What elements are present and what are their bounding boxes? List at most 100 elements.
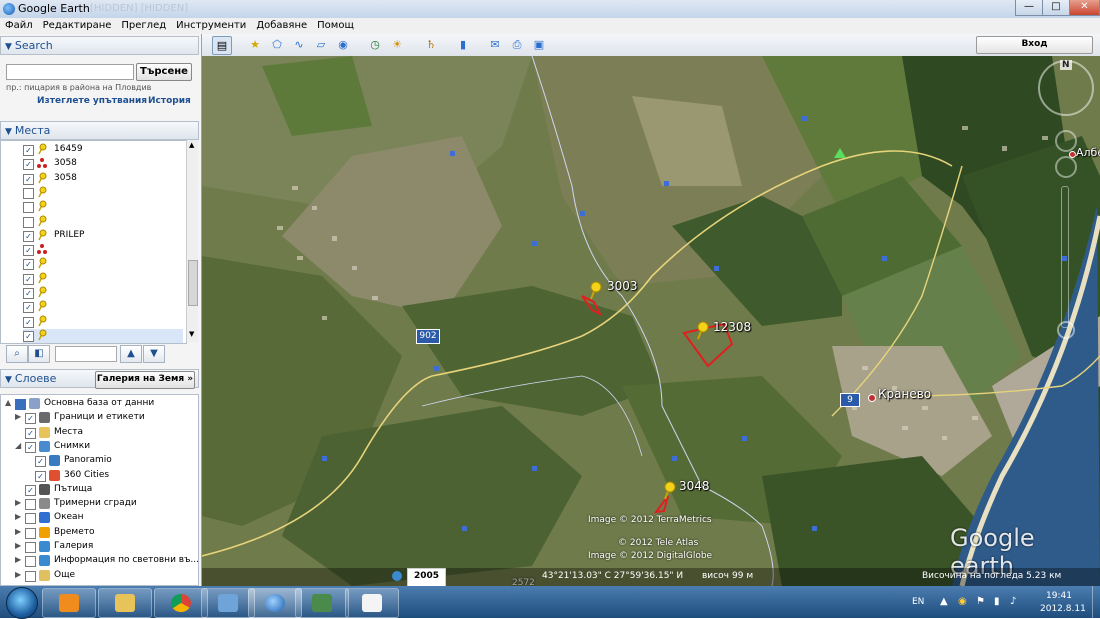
expand-arrow-icon[interactable]: ▶	[15, 570, 21, 579]
clock-time[interactable]: 19:41	[1046, 591, 1072, 601]
login-button[interactable]: Вход	[976, 36, 1093, 54]
tray-expand-icon[interactable]: ▲	[940, 596, 948, 607]
layer-item[interactable]: ✓ Panoramio	[25, 454, 205, 468]
place-item[interactable]: ✓ PRILEP	[23, 229, 183, 243]
expand-arrow-icon[interactable]: ◢	[15, 441, 21, 450]
search-icon[interactable]: ⌕	[6, 345, 28, 363]
expand-arrow-icon[interactable]: ▲	[5, 398, 11, 407]
taskbar-window[interactable]	[201, 588, 255, 618]
layer-item[interactable]: ▶ ✓ Граници и етикети	[15, 411, 195, 425]
planets-icon[interactable]: ♄	[422, 36, 440, 53]
minimize-button[interactable]: —	[1015, 0, 1043, 16]
layer-item[interactable]: ▲ Основна база от данни	[5, 397, 185, 411]
show-desktop-button[interactable]	[1092, 586, 1100, 618]
expand-arrow-icon[interactable]: ▶	[15, 512, 21, 521]
menu-help[interactable]: Помощ	[312, 19, 359, 32]
add-overlay-icon[interactable]: ▱	[312, 36, 330, 53]
layer-item[interactable]: ▶ Тримерни сгради	[15, 497, 195, 511]
place-item[interactable]: ✓	[23, 300, 183, 314]
close-button[interactable]: ✕	[1069, 0, 1100, 16]
search-panel-header[interactable]: ▼ Search	[0, 36, 199, 55]
map-view[interactable]: 3003 12308 3048 902 9 Кранево Албе N Ima…	[202, 56, 1100, 586]
email-icon[interactable]: ✉	[486, 36, 504, 53]
zoom-thumb[interactable]	[1057, 321, 1075, 339]
move-control-icon[interactable]	[1055, 156, 1077, 178]
volume-icon[interactable]: ♪	[1010, 596, 1016, 607]
layer-item[interactable]: ▶ Галерия	[15, 540, 195, 554]
add-polygon-icon[interactable]: ⬠	[268, 36, 286, 53]
place-checkbox[interactable]: ✓	[23, 259, 34, 271]
placemark-label-3003[interactable]: 3003	[607, 279, 638, 293]
clock-date[interactable]: 2012.8.11	[1040, 604, 1086, 614]
zoom-slider[interactable]	[1061, 186, 1069, 328]
search-button[interactable]: Търсене	[136, 63, 192, 81]
place-item[interactable]	[23, 186, 183, 200]
place-item[interactable]: ✓	[23, 272, 183, 286]
expand-arrow-icon[interactable]: ▶	[15, 555, 21, 564]
sunlight-icon[interactable]: ☀	[388, 36, 406, 53]
placemark-pin-icon[interactable]	[694, 321, 710, 341]
scroll-up-icon[interactable]: ▲	[189, 141, 194, 149]
history-link[interactable]: История	[148, 96, 191, 106]
place-checkbox[interactable]: ✓	[23, 316, 34, 328]
panel-toggle-icon[interactable]: ◧	[28, 345, 50, 363]
places-list[interactable]: ✓ 16459 ✓ 3058 ✓ 3058 ✓ PRILEP ✓ ✓ ✓ ✓ ✓ ✓ ✓	[0, 140, 187, 344]
place-checkbox[interactable]: ✓	[23, 302, 34, 314]
scroll-down-icon[interactable]: ▼	[189, 330, 194, 338]
ruler-icon[interactable]: ▮	[454, 36, 472, 53]
taskbar-google-earth[interactable]	[248, 588, 302, 618]
network-icon[interactable]: ▮	[994, 596, 1000, 607]
layer-item[interactable]: ▶ Океан	[15, 511, 195, 525]
add-path-icon[interactable]: ∿	[290, 36, 308, 53]
directions-link[interactable]: Изтеглете упътвания	[37, 96, 147, 106]
move-up-button[interactable]: ▲	[120, 345, 142, 363]
place-item[interactable]	[23, 215, 183, 229]
menu-tools[interactable]: Инструменти	[171, 19, 251, 32]
place-item[interactable]: ✓ 3058	[23, 172, 183, 186]
layer-item[interactable]: ✓ Места	[15, 426, 195, 440]
place-item[interactable]: ✓	[23, 328, 183, 343]
record-tour-icon[interactable]: ◉	[334, 36, 352, 53]
place-checkbox[interactable]	[23, 187, 34, 199]
place-checkbox[interactable]: ✓	[23, 288, 34, 299]
place-item[interactable]: ✓	[23, 243, 183, 257]
layer-item[interactable]: ◢ ✓ Снимки	[15, 440, 195, 454]
taskbar-media-player[interactable]	[42, 588, 96, 618]
place-checkbox[interactable]	[23, 216, 34, 228]
expand-arrow-icon[interactable]: ▶	[15, 498, 21, 507]
menu-add[interactable]: Добавяне	[251, 19, 312, 32]
expand-arrow-icon[interactable]: ▶	[15, 527, 21, 536]
place-item[interactable]: ✓ 16459	[23, 143, 183, 157]
place-item[interactable]: ✓	[23, 315, 183, 329]
place-checkbox[interactable]: ✓	[23, 230, 34, 242]
search-input[interactable]	[6, 64, 134, 80]
scrollbar-thumb[interactable]	[188, 260, 198, 306]
add-placemark-icon[interactable]: ★	[246, 36, 264, 53]
place-checkbox[interactable]: ✓	[23, 273, 34, 285]
taskbar-chrome[interactable]	[154, 588, 208, 618]
language-indicator[interactable]: EN	[912, 597, 924, 607]
layer-checkbox[interactable]	[25, 499, 36, 511]
town-label-edge[interactable]: Албе	[1076, 146, 1100, 159]
save-image-icon[interactable]: ▣	[530, 36, 548, 53]
places-scrollbar[interactable]: ▲ ▼	[186, 140, 198, 342]
maximize-button[interactable]: □	[1042, 0, 1070, 16]
layer-checkbox[interactable]	[25, 513, 36, 525]
layer-checkbox[interactable]: ✓	[25, 413, 36, 425]
layer-checkbox[interactable]: ✓	[25, 441, 36, 453]
start-button[interactable]	[6, 587, 38, 619]
layer-item[interactable]: ▶ Още	[15, 569, 195, 583]
place-item[interactable]: ✓	[23, 286, 183, 300]
earth-gallery-button[interactable]: Галерия на Земя »	[95, 371, 195, 389]
layer-item[interactable]: ▶ Информация по световни въ...	[15, 554, 199, 568]
clock-icon[interactable]	[392, 571, 402, 581]
places-filter-input[interactable]	[55, 346, 117, 362]
expand-arrow-icon[interactable]: ▶	[15, 541, 21, 550]
menu-view[interactable]: Преглед	[116, 19, 171, 32]
expand-arrow-icon[interactable]: ▶	[15, 412, 21, 421]
flag-icon[interactable]: ⚑	[976, 596, 985, 607]
layer-checkbox[interactable]	[25, 556, 36, 568]
place-checkbox[interactable]: ✓	[23, 173, 34, 185]
layers-tree[interactable]: ▲ Основна база от данни ▶ ✓ Граници и етикет…	[0, 394, 199, 586]
placemark-pin-icon[interactable]	[661, 481, 677, 501]
